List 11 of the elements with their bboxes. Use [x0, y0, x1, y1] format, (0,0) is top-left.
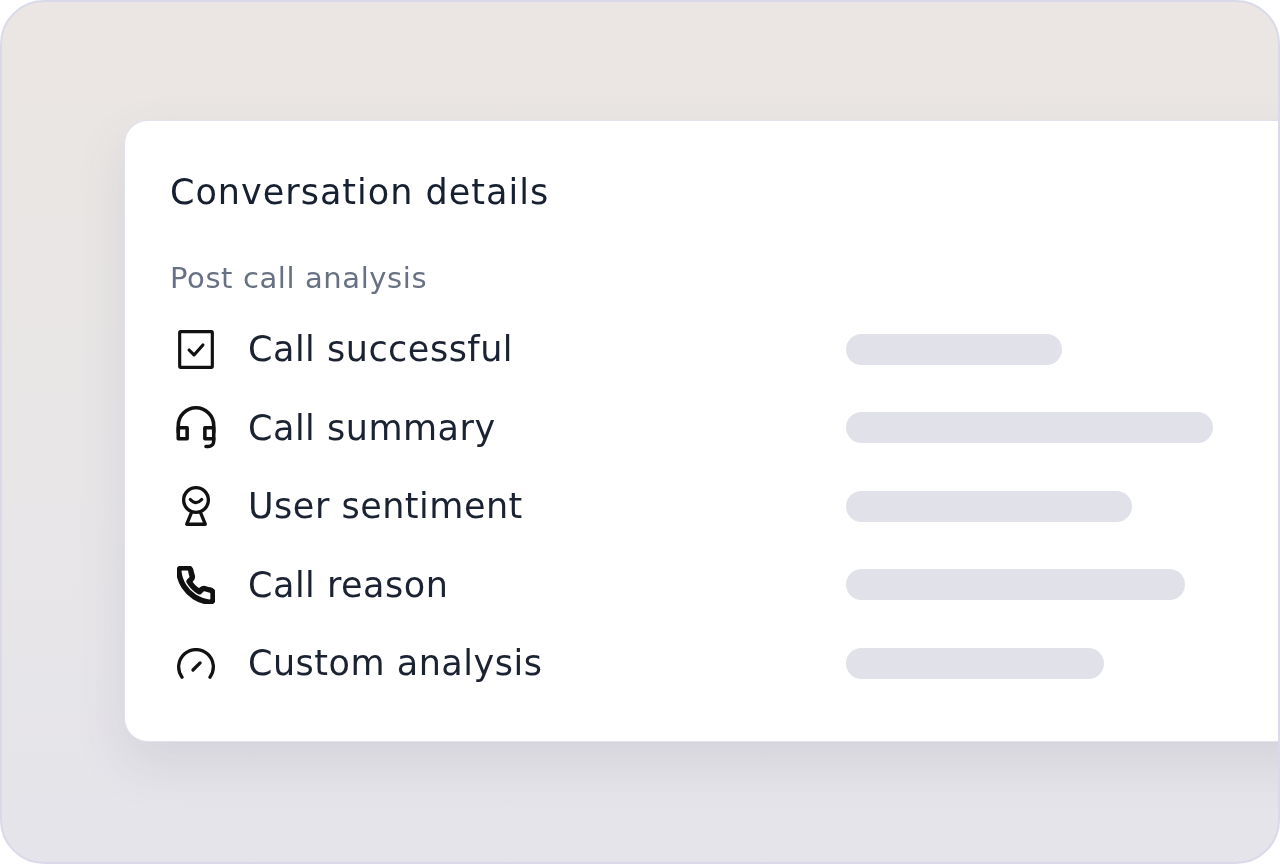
card-title: Conversation details	[170, 172, 551, 212]
analysis-label: Call reason	[248, 563, 449, 606]
gauge-icon	[176, 647, 216, 679]
checkbox-tick-icon	[178, 328, 214, 370]
analysis-label: Custom analysis	[248, 642, 543, 685]
analysis-label: User sentiment	[248, 485, 523, 528]
section-label: Post call analysis	[170, 261, 429, 295]
analysis-label: Call successful	[248, 328, 514, 371]
headset-icon	[176, 406, 216, 450]
phone-icon	[177, 565, 215, 604]
analysis-label: Call summary	[248, 406, 496, 449]
